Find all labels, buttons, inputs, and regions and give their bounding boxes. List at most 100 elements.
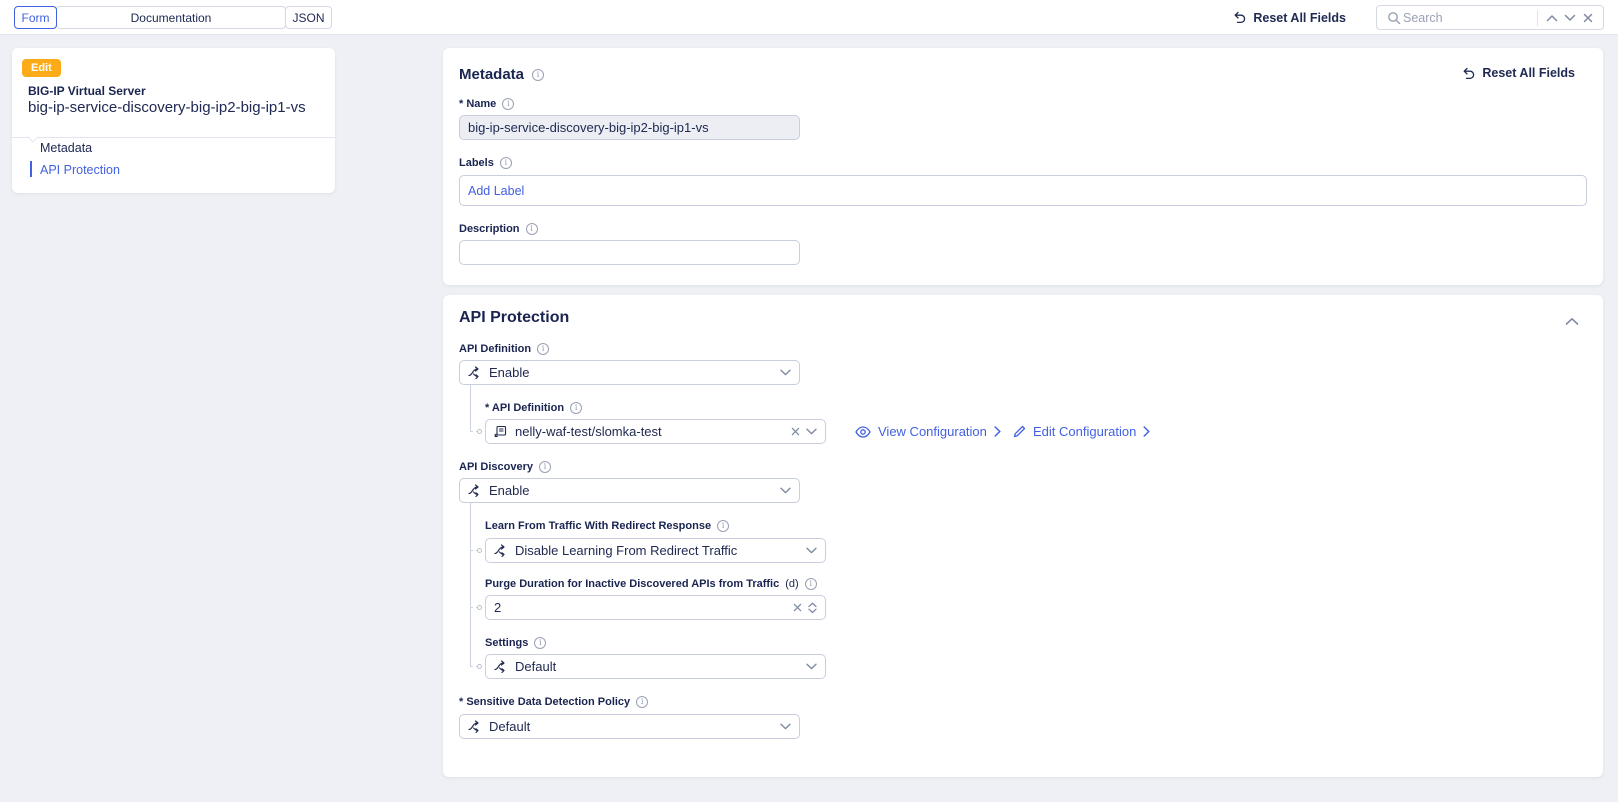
api-definition-ref-label-text: * API Definition: [485, 402, 565, 414]
search-divider: [1537, 9, 1538, 26]
search-prev-icon[interactable]: [1543, 9, 1561, 27]
learn-redirect-label-text: Learn From Traffic With Redirect Respons…: [485, 520, 712, 532]
description-label-text: Description: [459, 223, 520, 235]
purge-duration-value: 2: [494, 600, 502, 615]
name-label-text: * Name: [459, 98, 497, 110]
purge-duration-input[interactable]: 2: [485, 595, 826, 620]
learn-redirect-select[interactable]: Disable Learning From Redirect Traffic: [485, 538, 826, 563]
api-definition-info-icon[interactable]: [537, 343, 550, 355]
view-configuration-link[interactable]: View Configuration: [855, 424, 1001, 439]
learn-redirect-info-icon[interactable]: [717, 520, 730, 532]
collapse-section-icon[interactable]: [1565, 317, 1579, 326]
object-summary-panel: Edit BIG-IP Virtual Server big-ip-servic…: [12, 48, 335, 193]
clear-icon[interactable]: [791, 427, 800, 436]
description-input-wrap: [459, 240, 800, 265]
sidebar-collapse-notch[interactable]: [27, 131, 39, 143]
api-definition-ref-info-icon[interactable]: [570, 402, 583, 414]
labels-info-icon[interactable]: [499, 157, 512, 169]
labels-label-text: Labels: [459, 157, 494, 169]
sidebar-divider: [12, 137, 335, 138]
object-type-title: BIG-IP Virtual Server: [28, 84, 146, 98]
choice-icon: [494, 660, 507, 673]
chevron-down-icon: [806, 428, 817, 435]
object-name: big-ip-service-discovery-big-ip2-big-ip1…: [28, 99, 306, 116]
choice-icon: [468, 484, 481, 497]
settings-label-text: Settings: [485, 637, 529, 649]
labels-input[interactable]: Add Label: [459, 175, 1587, 206]
search-box: [1376, 5, 1604, 30]
sidebar-item-metadata[interactable]: Metadata: [40, 141, 92, 155]
number-stepper[interactable]: [808, 602, 817, 614]
sensitive-data-select-value: Default: [489, 719, 531, 734]
tree-connector: [470, 503, 471, 666]
chevron-right-icon: [994, 426, 1001, 437]
tree-connector-dot: [477, 548, 482, 553]
learn-redirect-field-label: Learn From Traffic With Redirect Respons…: [485, 520, 730, 532]
api-protection-section-title: API Protection: [459, 309, 569, 327]
api-definition-select[interactable]: Enable: [459, 360, 800, 385]
tab-form[interactable]: Form: [14, 6, 57, 29]
app-root: Form Documentation JSON Reset All Fields: [0, 0, 1618, 802]
search-next-icon[interactable]: [1561, 9, 1579, 27]
edit-configuration-link[interactable]: Edit Configuration: [1013, 424, 1150, 439]
search-icon: [1385, 9, 1403, 27]
reset-icon: [1461, 67, 1475, 80]
sensitive-data-label-text: * Sensitive Data Detection Policy: [459, 696, 631, 708]
api-definition-ref-value: nelly-waf-test/slomka-test: [515, 424, 662, 439]
chevron-down-icon: [780, 487, 791, 494]
search-close-icon[interactable]: [1579, 9, 1597, 27]
api-definition-field-label: API Definition: [459, 343, 550, 355]
labels-field-label: Labels: [459, 157, 512, 169]
sensitive-data-info-icon[interactable]: [636, 696, 649, 708]
metadata-reset-all-fields-button[interactable]: Reset All Fields: [1461, 66, 1575, 80]
eye-icon: [855, 425, 871, 438]
settings-select-value: Default: [515, 659, 557, 674]
api-protection-title-text: API Protection: [459, 309, 570, 326]
tab-documentation[interactable]: Documentation: [56, 6, 286, 29]
name-input-value: big-ip-service-discovery-big-ip2-big-ip1…: [468, 120, 709, 135]
settings-field-label: Settings: [485, 637, 547, 649]
toolbar-right: Reset All Fields: [1232, 0, 1604, 35]
choice-icon: [468, 366, 481, 379]
chevron-down-icon: [780, 369, 791, 376]
description-input[interactable]: [468, 245, 791, 260]
edit-configuration-label: Edit Configuration: [1033, 424, 1137, 439]
name-field-label: * Name: [459, 98, 515, 110]
purge-duration-unit: (d): [785, 578, 799, 590]
api-discovery-select[interactable]: Enable: [459, 478, 800, 503]
api-definition-select-value: Enable: [489, 365, 530, 380]
reset-icon: [1232, 11, 1246, 24]
view-configuration-label: View Configuration: [878, 424, 987, 439]
api-definition-label-text: API Definition: [459, 343, 532, 355]
api-discovery-select-value: Enable: [489, 483, 530, 498]
chevron-down-icon: [806, 547, 817, 554]
api-discovery-field-label: API Discovery: [459, 461, 551, 473]
metadata-info-icon[interactable]: [532, 68, 545, 81]
purge-duration-label-text: Purge Duration for Inactive Discovered A…: [485, 578, 780, 590]
clear-icon[interactable]: [793, 603, 802, 612]
settings-select[interactable]: Default: [485, 654, 826, 679]
chevron-down-icon: [780, 723, 791, 730]
sidebar-item-api-protection[interactable]: API Protection: [40, 163, 120, 177]
description-info-icon[interactable]: [525, 223, 538, 235]
reset-all-fields-label: Reset All Fields: [1253, 10, 1346, 25]
api-discovery-info-icon[interactable]: [538, 461, 551, 473]
reset-all-fields-button[interactable]: Reset All Fields: [1232, 11, 1346, 25]
tab-json[interactable]: JSON: [285, 6, 332, 29]
top-toolbar: Form Documentation JSON Reset All Fields: [0, 0, 1618, 35]
purge-duration-info-icon[interactable]: [804, 578, 817, 590]
reference-icon: [494, 425, 507, 438]
tree-connector: [470, 385, 471, 431]
chevron-right-icon: [1143, 426, 1150, 437]
add-label-button[interactable]: Add Label: [468, 184, 524, 198]
api-definition-ref-select[interactable]: nelly-waf-test/slomka-test: [485, 419, 826, 444]
choice-icon: [494, 544, 507, 557]
settings-info-icon[interactable]: [534, 637, 547, 649]
learn-redirect-select-value: Disable Learning From Redirect Traffic: [515, 543, 738, 558]
name-info-icon[interactable]: [502, 98, 515, 110]
edit-mode-badge: Edit: [22, 59, 61, 77]
search-input[interactable]: [1403, 10, 1532, 25]
api-protection-section: API Protection API Definition Enable: [443, 295, 1603, 777]
sensitive-data-select[interactable]: Default: [459, 714, 800, 739]
metadata-title-text: Metadata: [459, 66, 525, 83]
